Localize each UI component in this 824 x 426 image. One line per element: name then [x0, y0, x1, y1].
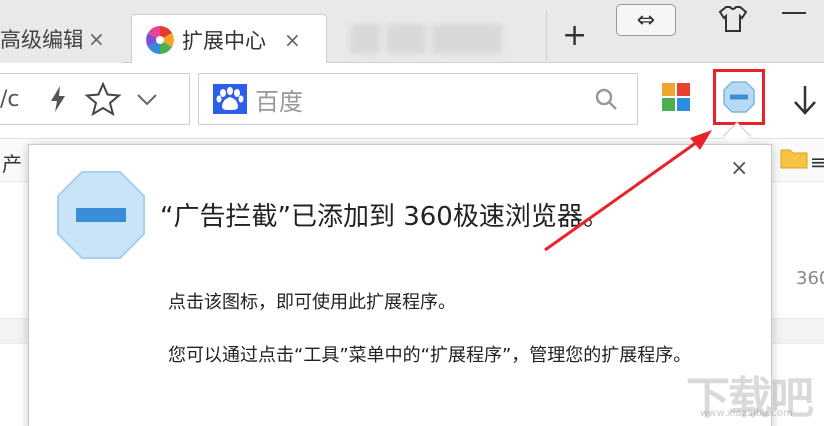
lightning-icon[interactable]	[46, 84, 70, 114]
search-icon[interactable]	[593, 86, 619, 112]
tab-label: 扩展中心	[182, 28, 266, 53]
blurred-tab-title	[350, 24, 530, 54]
search-placeholder: 百度	[255, 87, 303, 116]
minimize-button[interactable]	[782, 12, 806, 14]
toolbar: /c 百度	[0, 63, 824, 139]
tab-close-icon[interactable]: ×	[88, 27, 105, 51]
bookmark-item[interactable]: 产	[2, 148, 22, 177]
popup-manage-hint: 您可以通过点击“工具”菜单中的“扩展程序”，管理您的扩展程序。	[168, 345, 692, 366]
tab-separator	[546, 10, 547, 60]
folder-icon[interactable]	[780, 146, 808, 170]
close-icon[interactable]: ×	[730, 156, 748, 181]
address-text: /c	[0, 86, 20, 112]
popup-hint: 点击该图标，即可使用此扩展程序。	[168, 292, 456, 313]
page-side-text: 360	[796, 268, 824, 289]
tab-advanced-edit[interactable]: 高级编辑 ×	[0, 14, 122, 63]
pinwheel-favicon-icon	[146, 25, 174, 54]
skin-shirt-icon[interactable]	[716, 4, 750, 34]
double-arrow-icon: ⇔	[636, 7, 656, 33]
tab-label: 高级编辑	[0, 27, 82, 52]
tab-close-icon[interactable]: ×	[284, 28, 301, 52]
tab-extension-center[interactable]: 扩展中心 ×	[131, 14, 327, 64]
highlight-frame	[713, 69, 765, 125]
tab-strip: 高级编辑 × 扩展中心 × + ⇔	[0, 0, 824, 64]
mode-switch-button[interactable]: ⇔	[616, 4, 676, 36]
app-grid-icon[interactable]	[662, 83, 690, 111]
address-bar[interactable]: /c	[0, 73, 190, 125]
bookmark-item[interactable]: ≡	[810, 150, 824, 174]
watermark-url: www.xiazaiba.com	[700, 408, 793, 419]
adblock-large-icon	[57, 171, 145, 259]
new-tab-button[interactable]: +	[562, 18, 587, 53]
popup-title: “广告拦截”已添加到 360极速浏览器。	[160, 202, 609, 232]
chevron-down-icon[interactable]	[132, 84, 162, 114]
download-icon[interactable]	[792, 84, 818, 118]
baidu-paw-icon	[213, 84, 247, 114]
search-box[interactable]: 百度	[198, 73, 638, 125]
star-icon[interactable]	[84, 81, 122, 117]
